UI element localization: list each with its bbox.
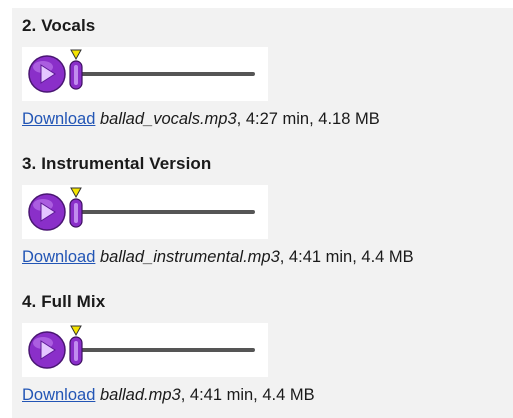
file-name: ballad_vocals.mp3: [99, 110, 237, 128]
track-title: 3. Instrumental Version: [22, 154, 212, 173]
download-link[interactable]: Download: [22, 386, 95, 404]
audio-player: [22, 185, 268, 239]
seek-bar-track[interactable]: [74, 72, 255, 76]
file-details: , 4:41 min, 4.4 MB: [180, 386, 315, 404]
file-details: , 4:27 min, 4.18 MB: [236, 110, 380, 128]
seek-bar-track[interactable]: [74, 348, 255, 352]
audio-player: [22, 47, 268, 101]
position-marker-icon: [70, 49, 82, 61]
position-marker-icon: [70, 325, 82, 337]
download-info: Download ballad_vocals.mp3, 4:27 min, 4.…: [22, 110, 380, 129]
track-title: 4. Full Mix: [22, 292, 106, 311]
download-info: Download ballad.mp3, 4:41 min, 4.4 MB: [22, 386, 315, 405]
seek-handle[interactable]: [69, 336, 83, 366]
file-details: , 4:41 min, 4.4 MB: [279, 248, 414, 266]
play-button[interactable]: [28, 193, 66, 231]
seek-bar-track[interactable]: [74, 210, 255, 214]
seek-handle[interactable]: [69, 60, 83, 90]
seek-handle[interactable]: [69, 198, 83, 228]
position-marker-icon: [70, 187, 82, 199]
download-link[interactable]: Download: [22, 248, 95, 266]
audio-player: [22, 323, 268, 377]
play-button[interactable]: [28, 55, 66, 93]
play-button[interactable]: [28, 331, 66, 369]
file-name: ballad.mp3: [99, 386, 181, 404]
download-link[interactable]: Download: [22, 110, 95, 128]
audio-track-list: 2. Vocals Download ballad_vocals.mp3, 4:…: [12, 8, 513, 418]
download-info: Download ballad_instrumental.mp3, 4:41 m…: [22, 248, 414, 267]
file-name: ballad_instrumental.mp3: [99, 248, 280, 266]
track-title: 2. Vocals: [22, 16, 96, 35]
